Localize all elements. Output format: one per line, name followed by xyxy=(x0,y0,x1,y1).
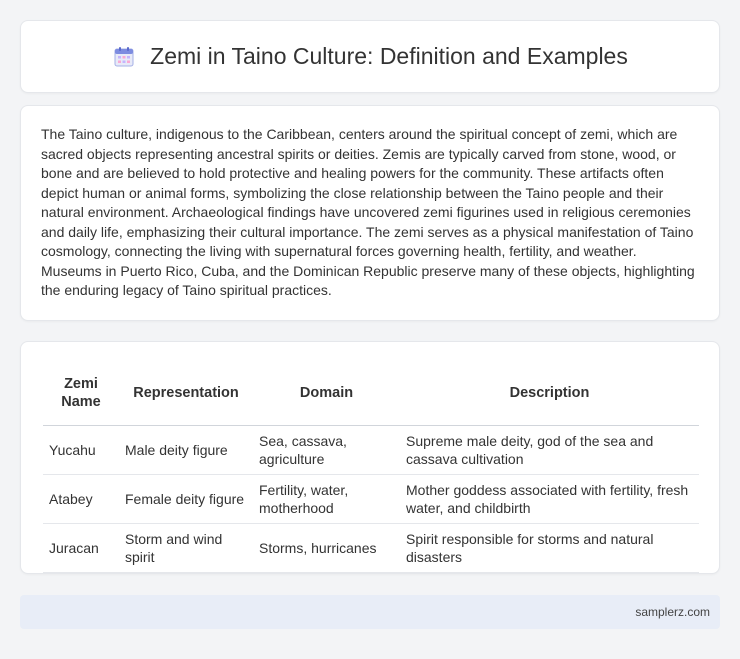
table-cell: Atabey xyxy=(43,474,119,524)
table-cell: Male deity figure xyxy=(119,425,253,475)
table-cell: Spirit responsible for storms and natura… xyxy=(400,523,699,573)
column-header: Representation xyxy=(119,362,253,426)
table-row: Juracan Storm and wind spirit Storms, hu… xyxy=(43,523,699,573)
page-title: Zemi in Taino Culture: Definition and Ex… xyxy=(150,43,628,69)
table-cell: Sea, cassava, agriculture xyxy=(253,425,400,475)
table-cell: Juracan xyxy=(43,523,119,573)
column-header: Description xyxy=(400,362,699,426)
table-cell: Yucahu xyxy=(43,425,119,475)
table-header-row: Zemi Name Representation Domain Descript… xyxy=(43,362,699,426)
table-cell: Female deity figure xyxy=(119,474,253,524)
calendar-icon xyxy=(114,46,134,66)
table-row: Yucahu Male deity figure Sea, cassava, a… xyxy=(43,425,699,475)
column-header: Domain xyxy=(253,362,400,426)
table-cell: Storms, hurricanes xyxy=(253,523,400,573)
table-cell: Mother goddess associated with fertility… xyxy=(400,474,699,524)
table-cell: Supreme male deity, god of the sea and c… xyxy=(400,425,699,475)
intro-card: The Taino culture, indigenous to the Car… xyxy=(20,105,720,321)
column-header: Zemi Name xyxy=(43,362,119,426)
footer: samplerz.com xyxy=(20,595,720,629)
table-row: Atabey Female deity figure Fertility, wa… xyxy=(43,474,699,524)
footer-site-link[interactable]: samplerz.com xyxy=(635,605,710,619)
table-cell: Storm and wind spirit xyxy=(119,523,253,573)
header-card: Zemi in Taino Culture: Definition and Ex… xyxy=(20,20,720,93)
intro-paragraph: The Taino culture, indigenous to the Car… xyxy=(41,126,695,298)
table-cell: Fertility, water, motherhood xyxy=(253,474,400,524)
table-card: Zemi Name Representation Domain Descript… xyxy=(20,341,720,574)
zemi-table: Zemi Name Representation Domain Descript… xyxy=(43,362,699,573)
